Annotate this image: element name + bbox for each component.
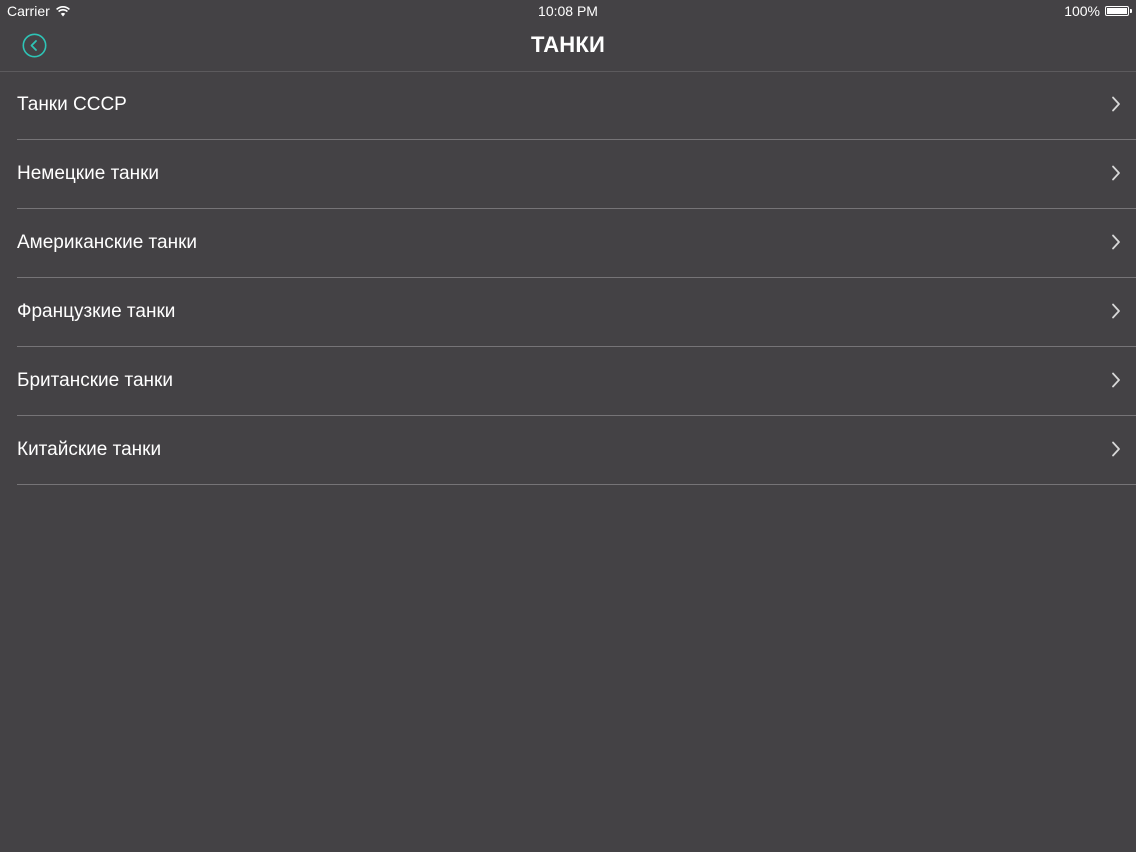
chevron-right-icon xyxy=(1112,96,1120,112)
status-time: 10:08 PM xyxy=(538,3,598,19)
list-item-label: Немецкие танки xyxy=(17,163,160,184)
chevron-right-icon xyxy=(1112,303,1120,319)
list-item-french-tanks[interactable]: Французкие танки xyxy=(17,278,1136,347)
chevron-right-icon xyxy=(1112,165,1120,181)
list-item-label: Британские танки xyxy=(17,370,173,391)
list-item-british-tanks[interactable]: Британские танки xyxy=(17,347,1136,416)
status-bar: Carrier 10:08 PM 100% xyxy=(0,0,1136,22)
list-item-ussr-tanks[interactable]: Танки СССР xyxy=(17,71,1136,140)
chevron-right-icon xyxy=(1112,234,1120,250)
list-item-american-tanks[interactable]: Американские танки xyxy=(17,209,1136,278)
list-item-label: Американские танки xyxy=(17,232,198,253)
navigation-bar: ТАНКИ xyxy=(0,22,1136,72)
chevron-right-icon xyxy=(1112,372,1120,388)
battery-percent: 100% xyxy=(1064,3,1100,19)
list-item-chinese-tanks[interactable]: Китайские танки xyxy=(17,416,1136,485)
list-item-label: Французкие танки xyxy=(17,301,176,322)
list-item-label: Танки СССР xyxy=(17,94,127,115)
tank-category-list: Танки СССР Немецкие танки Американские т… xyxy=(0,71,1136,485)
page-title: ТАНКИ xyxy=(530,32,606,57)
status-right: 100% xyxy=(1064,3,1132,19)
battery-icon xyxy=(1105,6,1132,16)
battery-fill xyxy=(1107,8,1127,14)
chevron-right-icon xyxy=(1112,441,1120,457)
list-item-label: Китайские танки xyxy=(17,439,162,460)
list-item-german-tanks[interactable]: Немецкие танки xyxy=(17,140,1136,209)
